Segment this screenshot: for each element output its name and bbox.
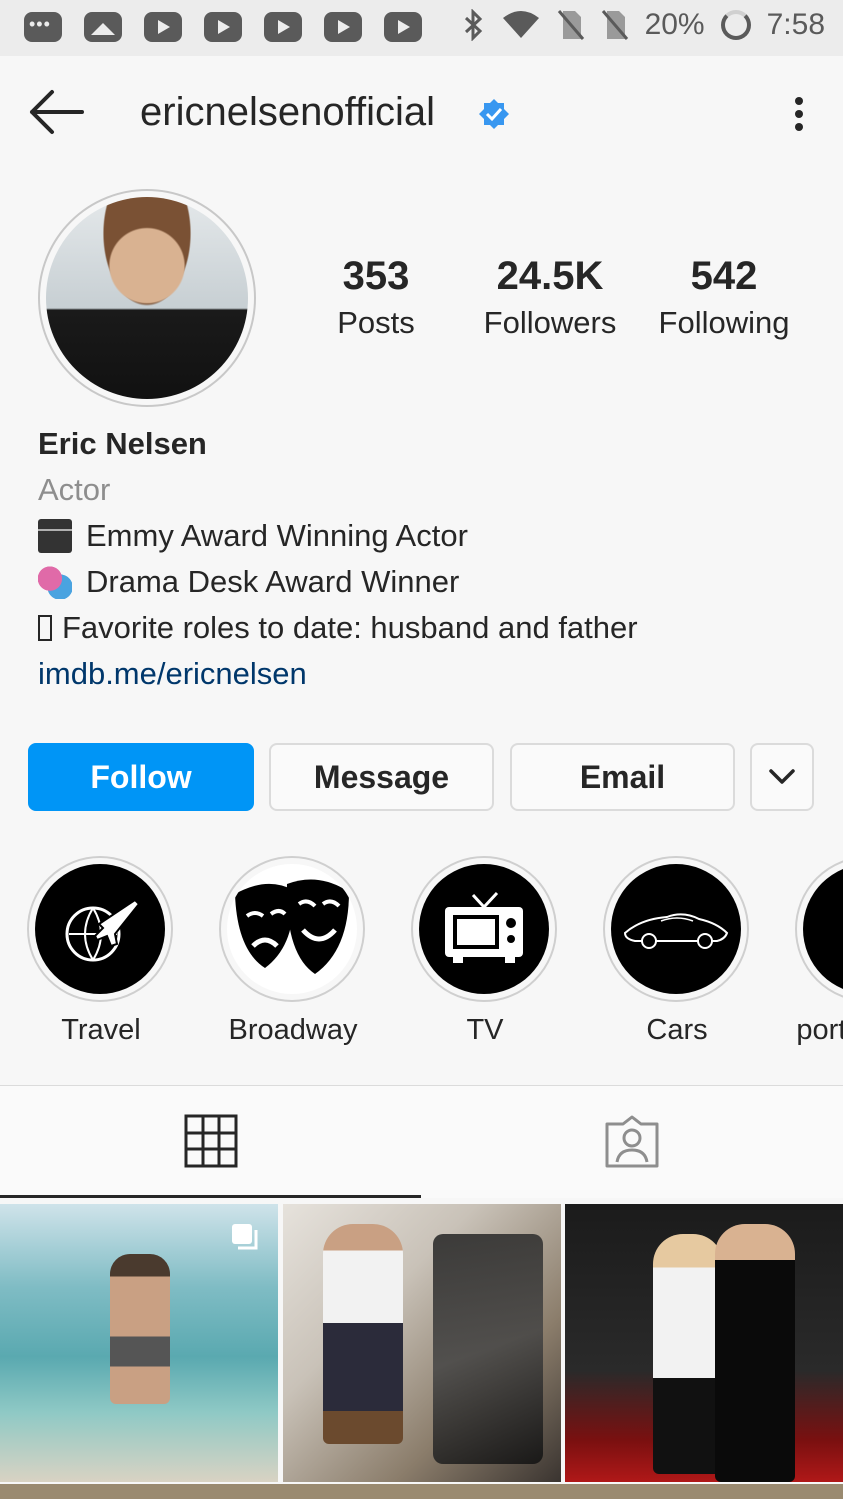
bluetooth-icon — [464, 9, 482, 41]
profile-website-link[interactable]: imdb.me/ericnelsen — [38, 656, 818, 692]
person-figure — [653, 1234, 723, 1474]
highlight-label: Cars — [646, 1014, 708, 1046]
clapperboard-icon — [38, 519, 72, 553]
car-icon — [623, 913, 729, 949]
no-sim-icon — [557, 10, 584, 40]
youtube-notification-icon — [204, 12, 242, 42]
stat-followers[interactable]: 24.5K Followers — [470, 254, 630, 341]
highlight-travel[interactable]: Travel — [27, 856, 175, 1047]
profile-bio: Eric Nelsen Actor Emmy Award Winning Act… — [38, 426, 818, 692]
bio-line: Emmy Award Winning Actor — [38, 518, 818, 554]
profile-username: ericnelsenofficial — [140, 90, 435, 134]
notification-icons — [24, 12, 422, 42]
clock: 7:58 — [766, 8, 825, 41]
following-label: Following — [658, 305, 790, 340]
highlight-sport[interactable]: Sport — [795, 856, 843, 1047]
highlight-label: TV — [466, 1014, 504, 1046]
next-row-thumbnails — [0, 1484, 843, 1499]
posts-count: 353 — [342, 254, 410, 298]
grid-icon — [184, 1114, 237, 1167]
youtube-notification-icon — [324, 12, 362, 42]
missing-glyph-icon — [38, 615, 52, 641]
stat-posts[interactable]: 353 Posts — [316, 254, 436, 341]
multiple-photos-icon — [232, 1224, 258, 1250]
followers-label: Followers — [483, 305, 617, 340]
person-figure — [323, 1224, 403, 1444]
messages-notification-icon — [24, 12, 62, 42]
profile-name: Eric Nelsen — [38, 426, 207, 461]
highlight-tv[interactable]: TV — [411, 856, 559, 1047]
chevron-down-icon — [769, 769, 795, 784]
camera-equipment — [433, 1234, 543, 1464]
highlight-label: Travel — [61, 1014, 141, 1046]
tab-tagged[interactable] — [421, 1086, 842, 1198]
globe-plane-icon — [65, 898, 141, 962]
message-button[interactable]: Message — [269, 743, 494, 811]
post-thumbnail[interactable] — [0, 1204, 278, 1482]
bio-line: Drama Desk Award Winner — [38, 564, 818, 600]
youtube-notification-icon — [384, 12, 422, 42]
bio-text: Emmy Award Winning Actor — [86, 518, 468, 553]
bio-text: Favorite roles to date: husband and fath… — [62, 610, 638, 645]
back-arrow-icon[interactable] — [26, 86, 86, 138]
highlight-broadway[interactable]: Broadway — [219, 856, 367, 1047]
battery-icon — [720, 10, 751, 40]
bio-line: Favorite roles to date: husband and fath… — [38, 610, 818, 646]
more-options-icon[interactable] — [788, 92, 810, 136]
profile-category: Actor — [38, 472, 111, 507]
tab-posts-grid[interactable] — [0, 1086, 421, 1198]
no-sim-icon — [601, 10, 628, 40]
bio-text: Drama Desk Award Winner — [86, 564, 460, 599]
tagged-user-icon — [605, 1115, 658, 1168]
youtube-notification-icon — [144, 12, 182, 42]
highlight-cars[interactable]: Cars — [603, 856, 751, 1047]
theater-masks-icon — [235, 879, 349, 974]
posts-label: Posts — [337, 305, 415, 340]
battery-percent: 20% — [644, 8, 705, 41]
tv-icon — [445, 891, 523, 963]
person-figure — [715, 1224, 795, 1482]
highlight-label: Sport — [795, 1014, 843, 1046]
follow-button[interactable]: Follow — [28, 743, 254, 811]
suggested-accounts-button[interactable] — [750, 743, 814, 811]
verified-badge-icon — [479, 99, 509, 129]
email-button[interactable]: Email — [510, 743, 735, 811]
wifi-icon — [502, 11, 539, 38]
person-figure — [110, 1254, 170, 1404]
profile-tabs — [0, 1085, 843, 1198]
profile-avatar[interactable] — [46, 197, 248, 399]
post-thumbnail[interactable] — [565, 1204, 843, 1482]
following-count: 542 — [690, 254, 758, 298]
followers-count: 24.5K — [496, 254, 604, 298]
status-bar: 20% 7:58 — [0, 0, 843, 56]
image-notification-icon — [84, 12, 122, 42]
highlight-label: Broadway — [228, 1014, 358, 1046]
post-thumbnail[interactable] — [283, 1204, 561, 1482]
performing-arts-icon — [38, 565, 72, 599]
youtube-notification-icon — [264, 12, 302, 42]
stat-following[interactable]: 542 Following — [646, 254, 802, 341]
profile-header: ericnelsenofficial — [0, 56, 843, 172]
